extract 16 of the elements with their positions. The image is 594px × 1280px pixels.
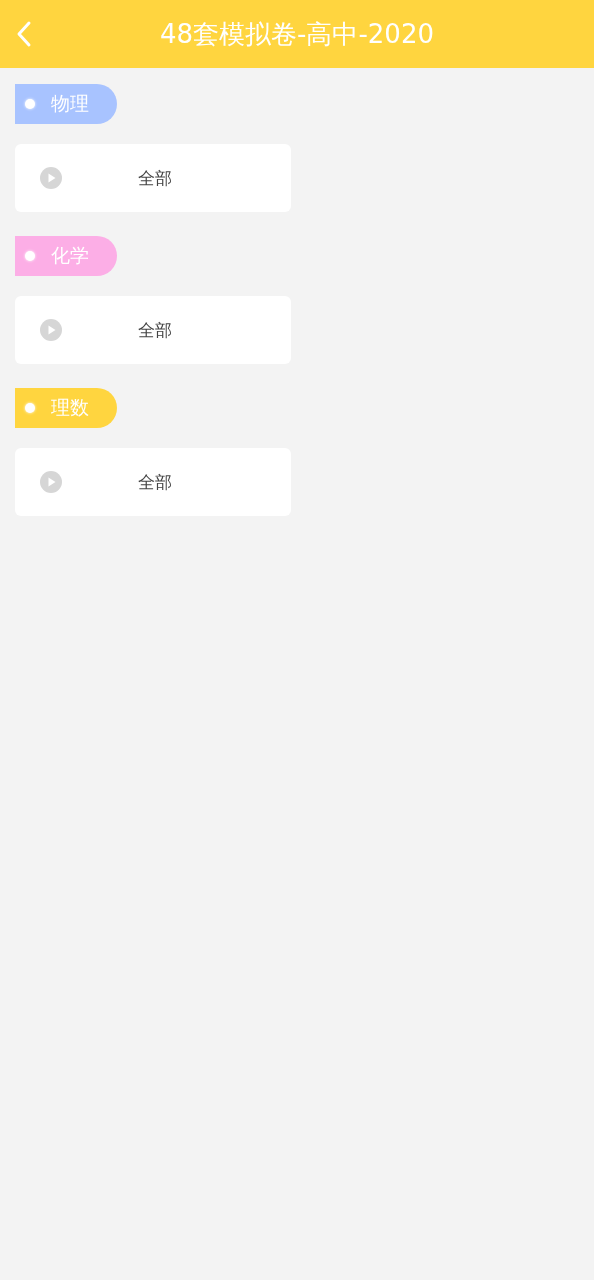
subject-label: 化学 (51, 243, 89, 268)
item-card[interactable]: 全部 (15, 448, 291, 516)
page-title: 48套模拟卷-高中-2020 (160, 17, 434, 51)
subject-label: 理数 (51, 395, 89, 420)
item-label: 全部 (138, 318, 172, 342)
dot-icon (25, 403, 35, 413)
item-card[interactable]: 全部 (15, 296, 291, 364)
dot-icon (25, 251, 35, 261)
play-icon (40, 319, 62, 341)
item-label: 全部 (138, 470, 172, 494)
subject-label: 物理 (51, 91, 89, 116)
dot-icon (25, 99, 35, 109)
play-icon (40, 167, 62, 189)
item-card[interactable]: 全部 (15, 144, 291, 212)
play-icon (40, 471, 62, 493)
item-label: 全部 (138, 166, 172, 190)
